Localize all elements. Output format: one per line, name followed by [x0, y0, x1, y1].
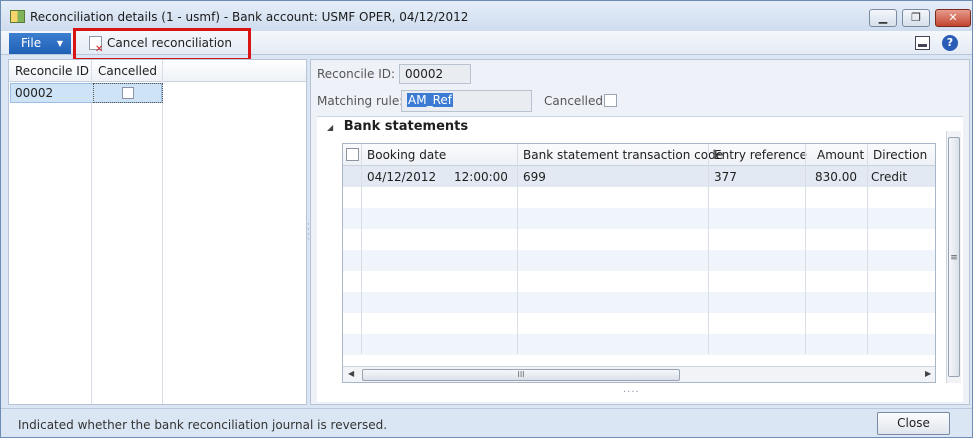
- status-message: Indicated whether the bank reconciliatio…: [18, 418, 388, 432]
- title-bar: Reconciliation details (1 - usmf) - Bank…: [1, 1, 972, 31]
- transaction-code-cell: 699: [523, 170, 546, 184]
- booking-date-cell: 04/12/2012: [367, 170, 437, 184]
- cancel-reconciliation-label: Cancel reconciliation: [107, 36, 233, 50]
- empty-row: [343, 334, 935, 355]
- column-divider: [517, 144, 518, 354]
- matching-rule-value: AM_Ref: [407, 93, 453, 107]
- column-header-reconcile-id[interactable]: Reconcile ID: [15, 64, 89, 78]
- column-divider: [805, 144, 806, 354]
- cancelled-checkbox[interactable]: [604, 94, 617, 107]
- column-header-transaction-code[interactable]: Bank statement transaction code: [523, 148, 723, 162]
- table-row[interactable]: 04/12/2012 12:00:00 699 377 830.00 Credi…: [343, 166, 935, 187]
- reconcile-list-grid: Reconcile ID Cancelled 00002: [8, 59, 307, 405]
- horizontal-scroll-thumb[interactable]: III: [362, 369, 680, 381]
- empty-row: [343, 229, 935, 250]
- matching-rule-label: Matching rule:: [317, 94, 404, 108]
- window: Reconciliation details (1 - usmf) - Bank…: [0, 0, 973, 438]
- direction-cell: Credit: [871, 170, 908, 184]
- cancel-reconciliation-button[interactable]: Cancel reconciliation: [83, 34, 238, 59]
- column-header-direction[interactable]: Direction: [873, 148, 927, 162]
- grid-header: Booking date Bank statement transaction …: [343, 144, 935, 166]
- horizontal-scrollbar[interactable]: ◀ III ▶: [343, 366, 935, 382]
- help-icon[interactable]: ?: [942, 35, 958, 51]
- column-divider: [162, 60, 163, 404]
- bank-statements-grid: Booking date Bank statement transaction …: [342, 143, 936, 383]
- cancelled-label: Cancelled:: [544, 94, 608, 108]
- empty-row: [343, 187, 935, 208]
- cancelled-cell[interactable]: [93, 83, 163, 103]
- column-header-cancelled[interactable]: Cancelled: [98, 64, 157, 78]
- column-divider: [91, 60, 92, 404]
- column-header-entry-reference[interactable]: Entry reference: [714, 148, 807, 162]
- column-divider: [361, 144, 362, 354]
- grid-header: Reconcile ID Cancelled: [9, 60, 306, 82]
- reconcile-id-cell: 00002: [15, 86, 54, 100]
- matching-rule-field[interactable]: AM_Ref: [401, 90, 532, 112]
- empty-row: [343, 208, 935, 229]
- empty-row: [343, 292, 935, 313]
- cancel-document-icon: [89, 36, 103, 59]
- cancelled-checkbox[interactable]: [122, 87, 134, 99]
- vertical-scroll-thumb[interactable]: ≡: [948, 137, 960, 377]
- booking-time-cell: 12:00:00: [454, 170, 508, 184]
- chevron-down-icon: ▼: [56, 39, 63, 48]
- minimize-button[interactable]: ▁: [869, 9, 897, 27]
- section-title: Bank statements: [343, 119, 469, 134]
- close-button[interactable]: Close: [877, 412, 950, 435]
- file-menu-label: File: [21, 36, 42, 50]
- column-divider: [867, 144, 868, 354]
- reconcile-id-field[interactable]: 00002: [399, 64, 471, 84]
- table-row[interactable]: 00002: [10, 83, 163, 103]
- reconcile-id-label: Reconcile ID:: [317, 67, 396, 81]
- window-title: Reconciliation details (1 - usmf) - Bank…: [30, 10, 469, 24]
- column-header-booking-date[interactable]: Booking date: [367, 148, 446, 162]
- resize-handle[interactable]: ····: [623, 387, 640, 398]
- column-divider: [708, 144, 709, 354]
- empty-row: [343, 250, 935, 271]
- empty-row: [343, 271, 935, 292]
- app-icon: [10, 10, 25, 23]
- column-header-amount[interactable]: Amount: [817, 148, 864, 162]
- select-all-checkbox[interactable]: [346, 148, 359, 161]
- close-window-button[interactable]: ✕: [935, 9, 971, 27]
- status-bar: Indicated whether the bank reconciliatio…: [1, 408, 972, 437]
- vertical-scrollbar[interactable]: ≡: [946, 131, 961, 383]
- collapse-icon[interactable]: ◢: [327, 123, 333, 132]
- menu-bar: File ▼ Cancel reconciliation: [1, 31, 972, 59]
- empty-row: [343, 313, 935, 334]
- entry-reference-cell: 377: [714, 170, 737, 184]
- file-menu-button[interactable]: File ▼: [9, 33, 71, 54]
- section-header[interactable]: ◢ Bank statements: [327, 119, 468, 134]
- amount-cell: 830.00: [815, 170, 857, 184]
- scroll-right-icon[interactable]: ▶: [925, 369, 931, 378]
- restore-button[interactable]: ❐: [902, 9, 930, 27]
- layout-icon[interactable]: [915, 36, 930, 50]
- scroll-left-icon[interactable]: ◀: [348, 369, 354, 378]
